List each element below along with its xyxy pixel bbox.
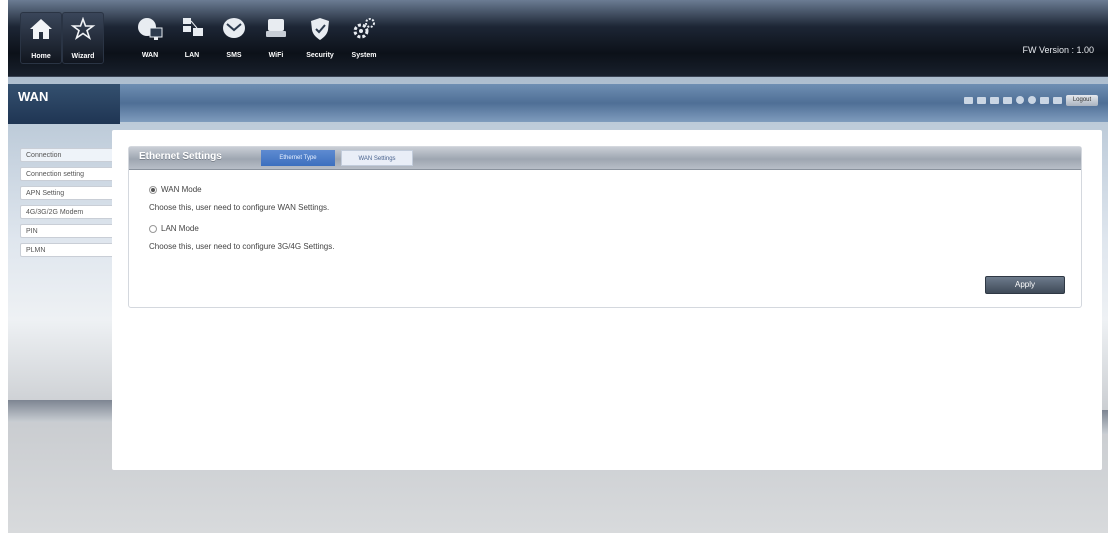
home-icon bbox=[30, 19, 52, 39]
lan-mode-option[interactable]: LAN Mode bbox=[149, 224, 199, 233]
signal-icon bbox=[990, 96, 999, 104]
sms-icon bbox=[223, 18, 245, 38]
sim-icon bbox=[964, 96, 973, 104]
settings-tab-bar: Ethernet Settings Ethernet Type WAN Sett… bbox=[129, 147, 1081, 170]
tab-ethernet-type[interactable]: Ethernet Type bbox=[261, 150, 335, 166]
ethernet-settings-box: Ethernet Settings Ethernet Type WAN Sett… bbox=[128, 146, 1082, 308]
section-title: Ethernet Settings bbox=[139, 151, 222, 162]
wan-mode-radio[interactable] bbox=[149, 185, 157, 194]
network-type-icon bbox=[1003, 96, 1012, 104]
page-title: WAN bbox=[8, 84, 120, 124]
nav-system[interactable]: System bbox=[344, 12, 384, 62]
nav-wifi-label: WiFi bbox=[268, 52, 284, 59]
wan-icon bbox=[138, 18, 163, 40]
background-decoration bbox=[8, 400, 112, 422]
roaming-icon bbox=[1016, 96, 1024, 104]
connection-icon bbox=[1028, 96, 1036, 104]
lan-mode-label: LAN Mode bbox=[161, 224, 199, 233]
nav-wifi[interactable]: WiFi bbox=[256, 12, 296, 62]
wifi-icon bbox=[266, 19, 286, 37]
nav-security[interactable]: Security bbox=[300, 12, 340, 62]
nav-wan-label: WAN bbox=[141, 52, 159, 59]
title-band bbox=[8, 84, 1108, 122]
wizard-icon bbox=[70, 17, 96, 41]
message-icon bbox=[977, 96, 986, 104]
lan-mode-description: Choose this, user need to configure 3G/4… bbox=[149, 242, 335, 251]
nav-wizard-label: Wizard bbox=[71, 53, 95, 60]
nav-wan[interactable]: WAN bbox=[130, 12, 170, 62]
sidebar: Connection Connection setting APN Settin… bbox=[20, 148, 118, 262]
nav-security-label: Security bbox=[306, 52, 334, 59]
security-icon bbox=[311, 18, 329, 40]
sidebar-item-modem[interactable]: 4G/3G/2G Modem bbox=[20, 205, 118, 219]
apply-button[interactable]: Apply bbox=[985, 276, 1065, 294]
nav-system-label: System bbox=[351, 52, 377, 59]
nav-home-label: Home bbox=[31, 53, 51, 60]
tab-wan-settings[interactable]: WAN Settings bbox=[341, 150, 413, 166]
nav-lan-label: LAN bbox=[184, 52, 200, 59]
sidebar-item-connection[interactable]: Connection bbox=[20, 148, 118, 162]
nav-home[interactable]: Home bbox=[20, 12, 62, 64]
logout-button[interactable]: Logout bbox=[1066, 95, 1098, 106]
nav-lan[interactable]: LAN bbox=[172, 12, 212, 62]
system-icon bbox=[353, 18, 375, 39]
nav-sms-label: SMS bbox=[226, 52, 242, 59]
sidebar-item-connection-setting[interactable]: Connection setting bbox=[20, 167, 118, 181]
nav-sms[interactable]: SMS bbox=[214, 12, 254, 62]
wan-mode-option[interactable]: WAN Mode bbox=[149, 185, 202, 194]
top-navigation: Home Wizard WAN LAN SMS WiFi Security Sy… bbox=[8, 0, 1108, 77]
wan-mode-description: Choose this, user need to configure WAN … bbox=[149, 203, 330, 212]
sidebar-item-plmn[interactable]: PLMN bbox=[20, 243, 118, 257]
lan-icon bbox=[183, 18, 203, 36]
sidebar-item-pin[interactable]: PIN bbox=[20, 224, 118, 238]
main-panel: Ethernet Settings Ethernet Type WAN Sett… bbox=[112, 130, 1102, 470]
router-admin-window: Home Wizard WAN LAN SMS WiFi Security Sy… bbox=[8, 0, 1108, 533]
status-icons bbox=[964, 96, 1062, 104]
lan-mode-radio[interactable] bbox=[149, 224, 157, 233]
firmware-version: FW Version : 1.00 bbox=[1022, 45, 1094, 55]
battery-icon bbox=[1053, 96, 1062, 104]
sidebar-item-apn-setting[interactable]: APN Setting bbox=[20, 186, 118, 200]
wan-mode-label: WAN Mode bbox=[161, 185, 202, 194]
nav-wizard[interactable]: Wizard bbox=[62, 12, 104, 64]
wifi-status-icon bbox=[1040, 96, 1049, 104]
